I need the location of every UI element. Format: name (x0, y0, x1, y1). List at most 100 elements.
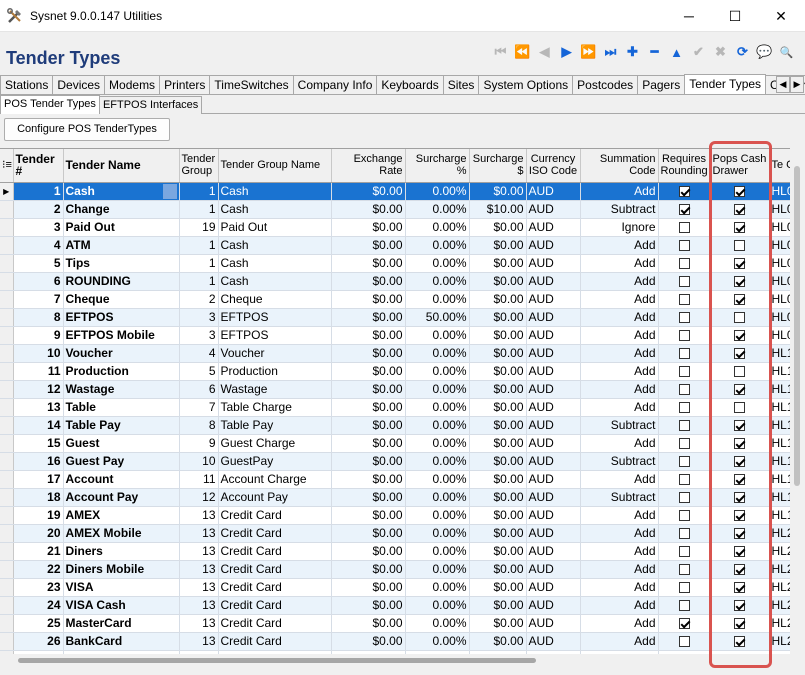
cell-requires-rounding-checkbox[interactable] (678, 437, 690, 449)
cell-tender-no[interactable]: 18 (13, 488, 64, 507)
cell-summation-code[interactable]: Add (580, 380, 659, 399)
cell-tender-group-name[interactable]: GuestPay (218, 452, 332, 471)
row-indicator[interactable] (0, 524, 14, 543)
cell-pops-cash-drawer-checkbox[interactable] (734, 509, 745, 521)
cell-exchange-rate[interactable]: $0.00 (331, 254, 406, 273)
cell-requires-rounding-checkbox[interactable] (678, 527, 690, 539)
cell-summation-code[interactable]: Add (580, 308, 659, 327)
cell-pops-cash-drawer[interactable] (710, 560, 770, 579)
cell-surcharge-pct[interactable]: 0.00% (405, 434, 470, 453)
cell-currency[interactable]: AUD (526, 398, 581, 417)
cell-tender-no[interactable]: 14 (13, 416, 64, 435)
cell-surcharge-amt[interactable]: $0.00 (469, 254, 527, 273)
row-indicator[interactable] (0, 470, 14, 489)
cell-summation-code[interactable]: Add (580, 632, 659, 651)
cell-requires-rounding-checkbox[interactable] (678, 563, 690, 575)
cell-pops-cash-drawer[interactable] (710, 416, 770, 435)
cell-exchange-rate[interactable]: $0.00 (331, 272, 406, 291)
cell-currency[interactable]: AUD (526, 506, 581, 525)
cell-tender-group-name[interactable]: Credit Card (218, 578, 332, 597)
cell-tender-name[interactable]: AMEX (63, 506, 180, 525)
row-indicator[interactable] (0, 326, 14, 345)
cell-tender-group[interactable]: 13 (179, 560, 219, 579)
cell-tender-group-name[interactable]: EFTPOS (218, 326, 332, 345)
cell-currency[interactable]: AUD (526, 524, 581, 543)
cell-surcharge-pct[interactable]: 0.00% (405, 218, 470, 237)
row-indicator[interactable] (0, 488, 14, 507)
next-page-icon[interactable]: ⏩ (578, 40, 599, 64)
cell-currency[interactable]: AUD (526, 560, 581, 579)
cell-next[interactable]: HL2 (769, 632, 790, 651)
cell-exchange-rate[interactable]: $0.00 (331, 290, 406, 309)
table-row[interactable]: 17 Account 11 Account Charge $0.00 0.00% $0.00… (0, 470, 790, 489)
cell-currency[interactable]: AUD (526, 236, 581, 255)
cell-tender-name[interactable]: Table Pay (63, 416, 180, 435)
cell-pops-cash-drawer-checkbox[interactable] (734, 545, 745, 557)
cell-requires-rounding[interactable] (658, 524, 711, 543)
cell-summation-code[interactable]: Add (580, 326, 659, 345)
cell-tender-name[interactable]: BankCard (63, 632, 180, 651)
grid-indicator-icon[interactable]: ⁝≡ (0, 149, 14, 183)
cell-tender-no[interactable]: 10 (13, 344, 64, 363)
cell-surcharge-amt[interactable]: $0.00 (469, 290, 527, 309)
row-indicator[interactable] (0, 308, 14, 327)
col-currency-iso-code[interactable]: Currency ISO Code (526, 149, 581, 183)
cell-surcharge-amt[interactable]: $0.00 (469, 380, 527, 399)
cell-exchange-rate[interactable]: $0.00 (331, 434, 406, 453)
cell-requires-rounding-checkbox[interactable] (678, 257, 690, 269)
cell-requires-rounding-checkbox[interactable] (678, 275, 690, 287)
cell-requires-rounding-checkbox[interactable] (678, 239, 690, 251)
cell-surcharge-pct[interactable]: 0.00% (405, 236, 470, 255)
cell-tender-group-name[interactable]: Cash (218, 254, 332, 273)
cell-requires-rounding-checkbox[interactable] (678, 293, 690, 305)
cell-summation-code[interactable]: Add (580, 182, 659, 201)
cell-tender-name[interactable]: Tips (63, 254, 180, 273)
cancel-edit-icon[interactable]: ✖ (710, 40, 731, 64)
cell-tender-name[interactable]: VISA Cash (63, 596, 180, 615)
cell-requires-rounding-checkbox[interactable] (678, 545, 690, 557)
horizontal-scroll-thumb[interactable] (18, 658, 536, 663)
cell-tender-group-name[interactable]: Credit Card (218, 632, 332, 651)
cell-tender-group-name[interactable]: Paid Out (218, 218, 332, 237)
cell-tender-no[interactable]: 4 (13, 236, 64, 255)
cell-pops-cash-drawer[interactable] (710, 578, 770, 597)
cell-requires-rounding[interactable] (658, 506, 711, 525)
tab-scroll-left-icon[interactable]: ◀ (776, 76, 790, 93)
cell-tender-group-name[interactable]: Cash (218, 182, 332, 201)
cell-tender-group[interactable]: 1 (179, 200, 219, 219)
cell-surcharge-pct[interactable]: 0.00% (405, 452, 470, 471)
cell-exchange-rate[interactable]: $0.00 (331, 488, 406, 507)
cell-summation-code[interactable]: Subtract (580, 200, 659, 219)
delete-record-icon[interactable]: ━ (644, 40, 665, 64)
cell-tender-group-name[interactable]: Account Charge (218, 470, 332, 489)
prior-page-icon[interactable]: ⏪ (512, 40, 533, 64)
cell-requires-rounding-checkbox[interactable] (678, 455, 690, 467)
last-record-icon[interactable]: ⏭ (600, 40, 621, 64)
cell-tender-name[interactable]: AMEX Mobile (63, 524, 180, 543)
cell-exchange-rate[interactable]: $0.00 (331, 524, 406, 543)
row-indicator[interactable] (0, 344, 14, 363)
col-surcharge-amt[interactable]: Surcharge $ (469, 149, 527, 183)
cell-tender-name[interactable]: Change (63, 200, 180, 219)
table-row[interactable]: 21 Diners 13 Credit Card $0.00 0.00% $0.00 AUD A… (0, 542, 790, 561)
col-surcharge-pct[interactable]: Surcharge % (405, 149, 470, 183)
cell-tender-no[interactable]: 6 (13, 272, 64, 291)
cell-tender-group[interactable]: 2 (179, 290, 219, 309)
cell-currency[interactable]: AUD (526, 614, 581, 633)
close-button[interactable]: ✕ (758, 0, 804, 32)
cell-pops-cash-drawer[interactable] (710, 452, 770, 471)
cell-surcharge-pct[interactable]: 0.00% (405, 416, 470, 435)
table-row[interactable]: 2 Change 1 Cash $0.00 0.00% $10.00 AUD Subtract H… (0, 200, 790, 219)
cell-summation-code[interactable]: Add (580, 542, 659, 561)
cell-currency[interactable]: AUD (526, 542, 581, 561)
cell-tender-group[interactable]: 3 (179, 308, 219, 327)
row-indicator[interactable] (0, 416, 14, 435)
cell-surcharge-amt[interactable]: $0.00 (469, 524, 527, 543)
cell-requires-rounding[interactable] (658, 416, 711, 435)
cell-tender-group[interactable]: 13 (179, 506, 219, 525)
table-row[interactable]: 13 Table 7 Table Charge $0.00 0.00% $0.00 AUD Ad… (0, 398, 790, 417)
tab-company-info[interactable]: Company Info (292, 75, 378, 94)
cell-currency[interactable]: AUD (526, 452, 581, 471)
row-indicator[interactable] (0, 578, 14, 597)
cell-tender-group[interactable]: 3 (179, 326, 219, 345)
